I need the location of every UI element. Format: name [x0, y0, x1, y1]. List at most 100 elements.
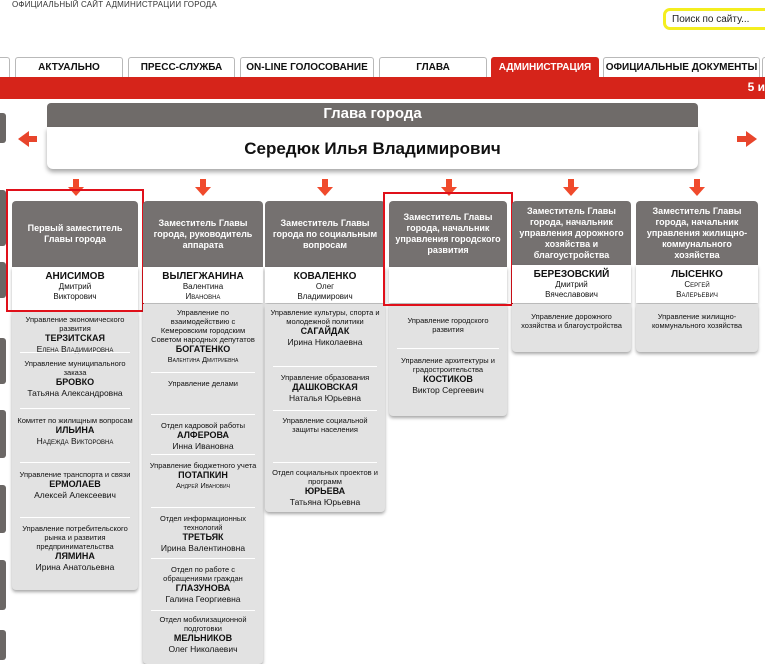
divider [20, 462, 130, 463]
dept-name: Управление экономического развития [25, 315, 125, 333]
dept-name: Управление транспорта и связи [19, 470, 131, 479]
tab-partial[interactable] [0, 57, 10, 77]
divider [151, 414, 255, 415]
dept-name: Управление городского развития [407, 316, 489, 334]
head-name[interactable]: Середюк Илья Владимирович [47, 139, 698, 159]
dept-head-name: Татьяна Александровна [27, 388, 123, 398]
dept-head-name: Виктор Сергеевич [412, 385, 484, 395]
highlight-frame [383, 192, 513, 306]
deputy-lastname: БЕРЕЗОВСКИЙ [533, 269, 610, 280]
dept-head-name: Валентина Дмитриевна [167, 355, 239, 364]
dept-head-lastname: САГАЙДАК [300, 326, 350, 336]
divider [273, 410, 377, 411]
subdivision-item[interactable]: Управление дорожного хозяйства и благоус… [512, 312, 631, 330]
dept-name: Управление жилищно-коммунального хозяйст… [651, 312, 743, 330]
subdivision-item[interactable]: Управление городского развития [389, 316, 507, 334]
left-sliver [0, 485, 6, 533]
dept-head-lastname: ЕРМОЛАЕВ [49, 479, 101, 489]
deputy-lastname: ЛЫСЕНКО [671, 269, 723, 280]
deputy-middlename: Валерьевич [676, 290, 718, 299]
dept-head-lastname: ЮРЬЕВА [304, 486, 346, 496]
deputy-title[interactable]: Заместитель Главы города, начальник упра… [512, 201, 631, 265]
subdivision-item[interactable]: Комитет по жилищным вопросам ИЛЬИНА Наде… [12, 416, 138, 446]
subdivision-item[interactable]: Управление муниципального заказа БРОВКО … [12, 359, 138, 398]
subdivision-list: Управление культуры, спорта и молодежной… [265, 304, 385, 512]
left-sliver [0, 410, 6, 458]
red-bar [0, 77, 765, 99]
dept-name: Управление муниципального заказа [24, 359, 126, 377]
deputy-title[interactable]: Заместитель Главы города, руководитель а… [143, 201, 263, 267]
subdivision-item[interactable]: Управление бюджетного учета ПОТАПКИН Анд… [143, 461, 263, 491]
subdivision-item[interactable]: Управление делами [143, 379, 263, 388]
left-sliver [0, 560, 6, 610]
subdivision-item[interactable]: Отдел социальных проектов и программ ЮРЬ… [265, 468, 385, 507]
site-title: ОФИЦИАЛЬНЫЙ САЙТ АДМИНИСТРАЦИИ ГОРОДА [12, 0, 217, 9]
dept-head-name: Татьяна Юрьевна [289, 497, 361, 507]
dept-name: Отдел по работе с обращениями граждан [163, 565, 243, 583]
dept-head-lastname: ТРЕТЬЯК [182, 532, 224, 542]
dept-name: Управление архитектуры и градостроительс… [401, 356, 495, 374]
deputy-middlename: Владимирович [297, 292, 353, 301]
left-sliver [0, 113, 6, 143]
subdivision-item[interactable]: Управление архитектуры и градостроительс… [389, 356, 507, 395]
deputy-middlename: Вячеславович [545, 290, 598, 299]
dept-head-name: Андрей Иванович [175, 481, 230, 490]
dept-head-name: Ирина Валентиновна [160, 543, 246, 553]
deputy-title[interactable]: Заместитель Главы города по социальным в… [265, 201, 385, 267]
subdivision-list: Управление по взаимодействию с Кемеровск… [143, 304, 263, 664]
divider [151, 372, 255, 373]
subdivision-item[interactable]: Управление экономического развития ТЕРЗИ… [12, 315, 138, 354]
divider [151, 507, 255, 508]
subdivision-item[interactable]: Управление потребительского рынка и разв… [12, 524, 138, 572]
subdivision-list: Управление экономического развития ТЕРЗИ… [12, 312, 138, 590]
tab-official-docs[interactable]: ОФИЦИАЛЬНЫЕ ДОКУМЕНТЫ [603, 57, 760, 77]
deputy-firstname: Олег [315, 282, 335, 291]
divider [273, 366, 377, 367]
dept-name: Управление социальной защиты населения [282, 416, 368, 434]
subdivision-item[interactable]: Отдел мобилизационной подготовки МЕЛЬНИК… [143, 615, 263, 654]
subdivision-item[interactable]: Управление транспорта и связи ЕРМОЛАЕВ А… [12, 470, 138, 500]
divider [397, 348, 499, 349]
head-title: Глава города [323, 105, 422, 122]
tab-administration[interactable]: АДМИНИСТРАЦИЯ [491, 57, 599, 77]
dept-name: Управление дорожного хозяйства и благоус… [521, 312, 622, 330]
dept-head-lastname: АЛФЕРОВА [176, 430, 230, 440]
subdivision-item[interactable]: Отдел информационных технологий ТРЕТЬЯК … [143, 514, 263, 553]
dept-head-name: Ирина Анатольевна [35, 562, 115, 572]
deputy-title[interactable]: Заместитель Главы города, начальник упра… [636, 201, 758, 265]
search-input[interactable] [663, 8, 765, 30]
subdivision-item[interactable]: Управление социальной защиты населения [265, 416, 385, 434]
deputy-middlename: Ивановна [185, 292, 221, 301]
dept-head-lastname: КОСТИКОВ [423, 374, 473, 384]
dept-name: Управление делами [168, 379, 238, 388]
subdivision-list: Управление жилищно-коммунального хозяйст… [636, 304, 758, 352]
divider [151, 454, 255, 455]
subdivision-item[interactable]: Отдел по работе с обращениями граждан ГЛ… [143, 565, 263, 604]
tab-aktualno[interactable]: АКТУАЛЬНО [15, 57, 123, 77]
dept-head-lastname: БОГАТЕНКО [175, 344, 231, 354]
subdivision-item[interactable]: Управление образования ДАШКОВСКАЯ Наталь… [265, 373, 385, 403]
dept-name: Управление культуры, спорта и молодежной… [270, 308, 380, 326]
deputy-lastname: КОВАЛЕНКО [293, 271, 357, 282]
dept-head-lastname: МЕЛЬНИКОВ [173, 633, 233, 643]
subdivision-item[interactable]: Управление по взаимодействию с Кемеровск… [143, 308, 263, 365]
deputy-card[interactable]: БЕРЕЗОВСКИЙ Дмитрий Вячеславович [512, 265, 631, 303]
subdivision-item[interactable]: Управление жилищно-коммунального хозяйст… [636, 312, 758, 330]
subdivision-item[interactable]: Отдел кадровой работы АЛФЕРОВА Инна Иван… [143, 421, 263, 451]
tab-press[interactable]: ПРЕСС-СЛУЖБА [128, 57, 235, 77]
deputy-card[interactable]: ВЫЛЕГЖАНИНА Валентина Ивановна [143, 267, 263, 303]
dept-name: Отдел информационных технологий [159, 514, 247, 532]
dept-name: Отдел кадровой работы [161, 421, 245, 430]
subdivision-item[interactable]: Управление культуры, спорта и молодежной… [265, 308, 385, 347]
tab-online-vote[interactable]: ON-LINE ГОЛОСОВАНИЕ [240, 57, 374, 77]
deputy-card[interactable]: ЛЫСЕНКО Сергей Валерьевич [636, 265, 758, 303]
subdivision-list: Управление городского развития Управлени… [389, 304, 507, 416]
red-bar-text: 5 и [747, 80, 765, 94]
tab-head[interactable]: ГЛАВА [379, 57, 487, 77]
divider [151, 558, 255, 559]
dept-head-lastname: ГЛАЗУНОВА [175, 583, 231, 593]
deputy-card[interactable]: КОВАЛЕНКО Олег Владимирович [265, 267, 385, 303]
dept-name: Управление бюджетного учета [149, 461, 257, 470]
dept-head-name: Надежда Викторовна [36, 436, 114, 446]
divider [20, 408, 130, 409]
